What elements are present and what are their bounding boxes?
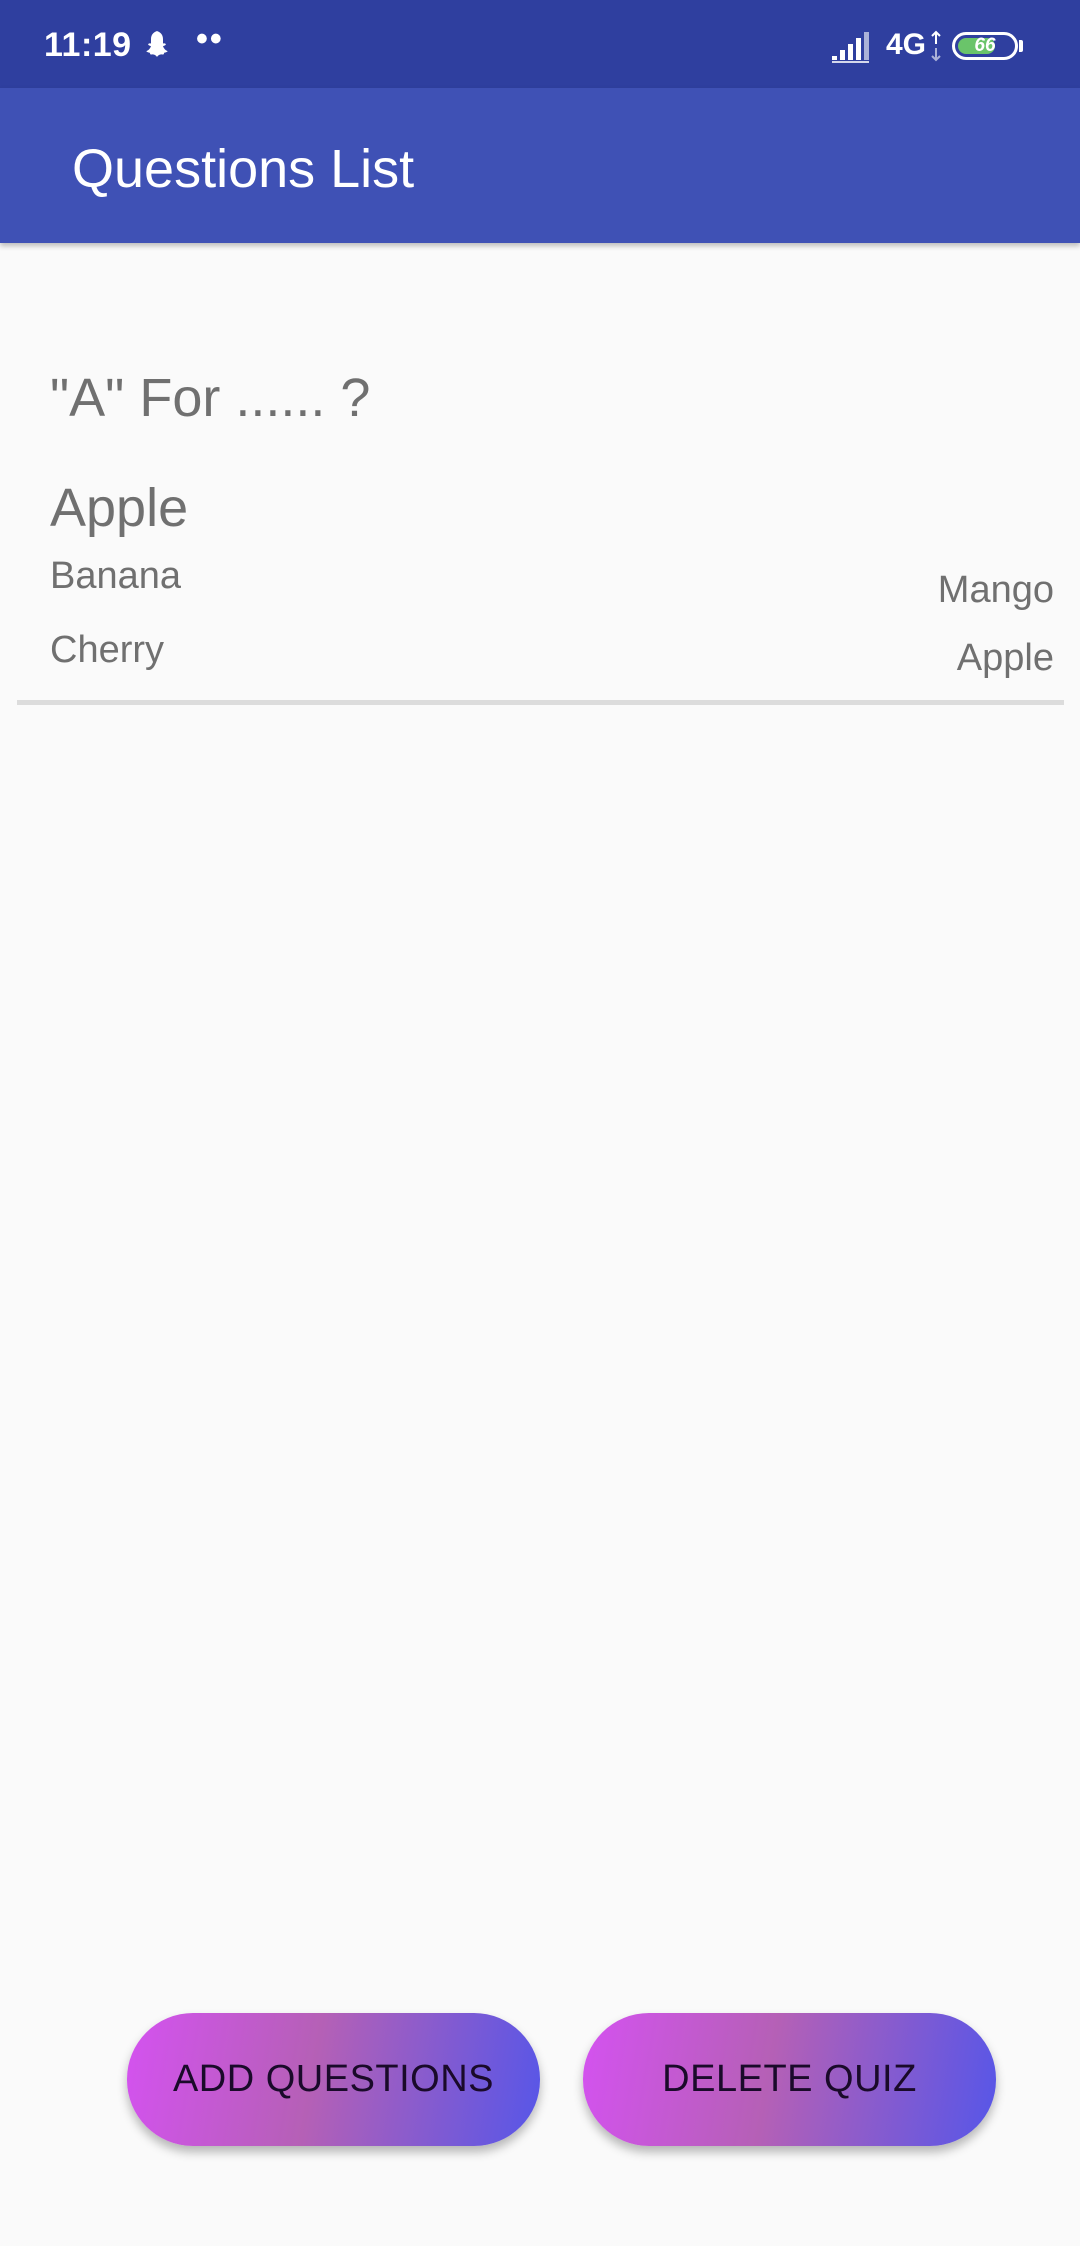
battery-level: 66 [974,35,996,56]
snapchat-icon [146,31,168,57]
correct-answer: Apple [50,478,189,538]
app-bar: Questions List [0,88,1080,243]
screen: 11:19 •• 4G 66 Questions List "A" For ..… [0,0,1080,2246]
network-type: 4G [886,28,927,61]
question-list-item[interactable]: "A" For ...... ? Apple Banana Cherry Man… [0,243,1080,708]
status-bar: 11:19 •• 4G 66 [0,0,1080,88]
battery-nub [1019,40,1023,52]
delete-quiz-button[interactable]: DELETE QUIZ [583,2013,996,2146]
option-1: Banana [50,555,182,597]
signal-icon [832,32,869,63]
network-arrows-icon [931,30,941,62]
status-time: 11:19 [44,26,132,64]
add-questions-button[interactable]: ADD QUESTIONS [127,2013,540,2146]
page-title: Questions List [72,139,415,199]
question-text: "A" For ...... ? [50,368,371,428]
option-3: Mango [937,569,1054,611]
battery-icon: 66 [952,32,1018,60]
status-dots: •• [196,20,224,58]
option-2: Cherry [50,629,165,671]
list-divider [17,700,1064,705]
option-4: Apple [956,637,1054,679]
